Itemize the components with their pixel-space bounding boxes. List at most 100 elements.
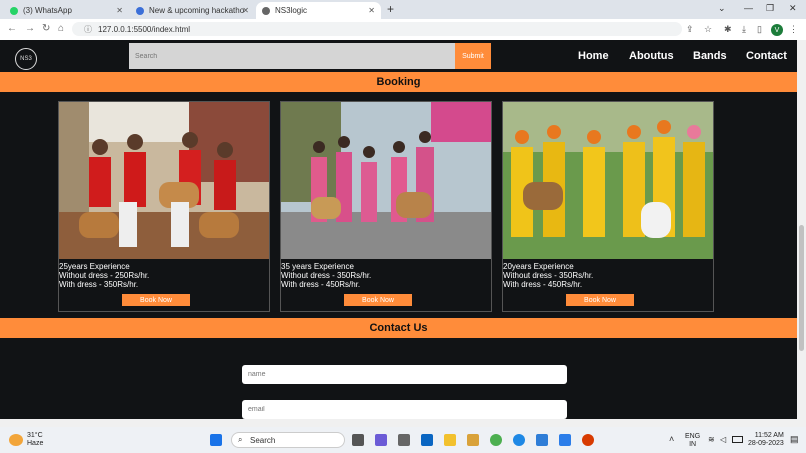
clock[interactable]: 11:52 AM 28-09-2023	[748, 432, 784, 448]
teams-icon[interactable]	[375, 434, 387, 446]
info-icon[interactable]: ⓘ	[84, 24, 92, 35]
media-icon[interactable]	[467, 434, 479, 446]
price-with-dress: With dress - 350Rs/hr.	[59, 280, 139, 289]
band-card: 25years Experience Without dress - 250Rs…	[58, 101, 270, 312]
new-tab-button[interactable]: +	[387, 2, 394, 16]
close-icon[interactable]: ✕	[242, 6, 249, 15]
nav-home[interactable]: Home	[578, 50, 609, 62]
share-icon[interactable]: ⇪	[686, 24, 694, 35]
tab-label: New & upcoming hackathons · ...	[149, 6, 244, 15]
battery-icon[interactable]	[732, 436, 743, 443]
band-info: 25years Experience Without dress - 250Rs…	[59, 262, 149, 289]
sidepanel-icon[interactable]: ▯	[757, 24, 762, 35]
reload-icon[interactable]: ↻	[42, 23, 50, 34]
clock-date: 28-09-2023	[748, 440, 784, 447]
wifi-icon[interactable]: ≋	[708, 435, 715, 444]
file-explorer-icon[interactable]	[444, 434, 456, 446]
band-photo-2	[281, 102, 491, 259]
band-photo-image	[281, 102, 491, 259]
experience-text: 35 years Experience	[281, 262, 354, 271]
notification-icon[interactable]: ▤	[790, 434, 799, 445]
band-card: 35 years Experience Without dress - 350R…	[280, 101, 492, 312]
profile-avatar[interactable]: V	[771, 24, 783, 36]
windows-taskbar: 31°C Haze ⌕ Search ˄ ENG IN ≋ ◁ 11:52 AM…	[0, 427, 806, 453]
star-icon[interactable]: ☆	[704, 24, 712, 35]
tray-chevron-icon[interactable]: ˄	[669, 434, 674, 444]
forward-icon[interactable]: →	[25, 23, 35, 34]
band-photo-image	[59, 102, 269, 259]
restore-icon[interactable]: ❐	[766, 3, 774, 14]
price-without-dress: Without dress - 350Rs/hr.	[503, 271, 594, 280]
weather-widget[interactable]: 31°C Haze	[27, 432, 43, 448]
close-window-icon[interactable]: ✕	[789, 3, 797, 14]
book-now-button[interactable]: Book Now	[122, 294, 190, 306]
email-field[interactable]	[242, 400, 567, 419]
close-icon[interactable]: ✕	[116, 6, 123, 15]
volume-icon[interactable]: ◁	[720, 435, 726, 444]
tab-ns3logic[interactable]: NS3logic ✕	[256, 2, 381, 19]
lang-top: ENG	[685, 433, 701, 440]
search-input[interactable]	[129, 43, 455, 69]
store-icon[interactable]	[536, 434, 548, 446]
task-view-icon[interactable]	[352, 434, 364, 446]
booking-heading: Booking	[0, 72, 797, 92]
browser-tab-bar: (3) WhatsApp ✕ New & upcoming hackathons…	[0, 0, 806, 19]
nav-contact[interactable]: Contact	[746, 50, 787, 62]
horizontal-scrollbar[interactable]	[0, 419, 806, 427]
experience-text: 25years Experience	[59, 262, 130, 271]
tab-label: NS3logic	[275, 6, 308, 15]
minimize-icon[interactable]: —	[744, 3, 753, 13]
camera-icon[interactable]	[398, 434, 410, 446]
nav-bands[interactable]: Bands	[693, 50, 727, 62]
chrome-icon[interactable]	[490, 434, 502, 446]
mail-icon[interactable]	[421, 434, 433, 446]
scrollbar-thumb[interactable]	[799, 225, 804, 351]
search-icon: ⌕	[238, 435, 243, 444]
site-logo[interactable]: NS3	[15, 48, 37, 70]
nav-aboutus[interactable]: Aboutus	[629, 50, 674, 62]
book-now-button[interactable]: Book Now	[344, 294, 412, 306]
clock-time: 11:52 AM	[754, 432, 784, 439]
close-icon[interactable]: ✕	[368, 6, 375, 15]
powerpoint-icon[interactable]	[582, 434, 594, 446]
webpage: NS3 Submit Home Aboutus Bands Contact Bo…	[0, 40, 797, 419]
price-with-dress: With dress - 450Rs/hr.	[281, 280, 361, 289]
band-photo-3	[503, 102, 713, 259]
band-info: 35 years Experience Without dress - 350R…	[281, 262, 371, 289]
book-now-button[interactable]: Book Now	[566, 294, 634, 306]
url-field[interactable]: ⓘ 127.0.0.1:5500/index.html	[72, 22, 682, 36]
tab-hackathons[interactable]: New & upcoming hackathons · ... ✕	[130, 2, 255, 19]
language-indicator[interactable]: ENG IN	[685, 433, 700, 449]
devpost-icon	[136, 6, 144, 15]
vscode-icon[interactable]	[559, 434, 571, 446]
whatsapp-icon	[10, 6, 18, 15]
band-card: 20years Experience Without dress - 350Rs…	[502, 101, 714, 312]
weather-icon[interactable]	[9, 434, 23, 446]
contact-heading: Contact Us	[0, 318, 797, 338]
price-with-dress: With dress - 450Rs/hr.	[503, 280, 583, 289]
experience-text: 20years Experience	[503, 262, 574, 271]
menu-icon[interactable]: ⋮	[789, 24, 798, 35]
download-icon[interactable]: ⤓	[742, 24, 746, 35]
tab-whatsapp[interactable]: (3) WhatsApp ✕	[4, 2, 129, 19]
tab-search-icon[interactable]: ⌄	[718, 3, 726, 14]
band-info: 20years Experience Without dress - 350Rs…	[503, 262, 593, 289]
address-bar-row: ← → ↻ ⌂ ⓘ 127.0.0.1:5500/index.html ⇪ ☆ …	[0, 19, 806, 41]
edge-icon[interactable]	[513, 434, 525, 446]
name-field[interactable]	[242, 365, 567, 384]
windows-start-icon[interactable]	[210, 434, 222, 446]
price-without-dress: Without dress - 350Rs/hr.	[281, 271, 372, 280]
submit-button[interactable]: Submit	[455, 43, 491, 69]
back-icon[interactable]: ←	[7, 23, 17, 34]
search-label: Search	[250, 435, 276, 445]
url-text: 127.0.0.1:5500/index.html	[98, 24, 191, 34]
price-without-dress: Without dress - 250Rs/hr.	[59, 271, 150, 280]
tab-label: (3) WhatsApp	[23, 6, 72, 15]
taskbar-search[interactable]: ⌕ Search	[231, 432, 345, 448]
weather-desc: Haze	[27, 440, 44, 447]
home-icon[interactable]: ⌂	[58, 23, 64, 34]
band-photo-image	[503, 102, 713, 259]
extensions-icon[interactable]: ✱	[724, 24, 732, 35]
band-photo-1	[59, 102, 269, 259]
weather-temp: 31°C	[27, 432, 43, 439]
